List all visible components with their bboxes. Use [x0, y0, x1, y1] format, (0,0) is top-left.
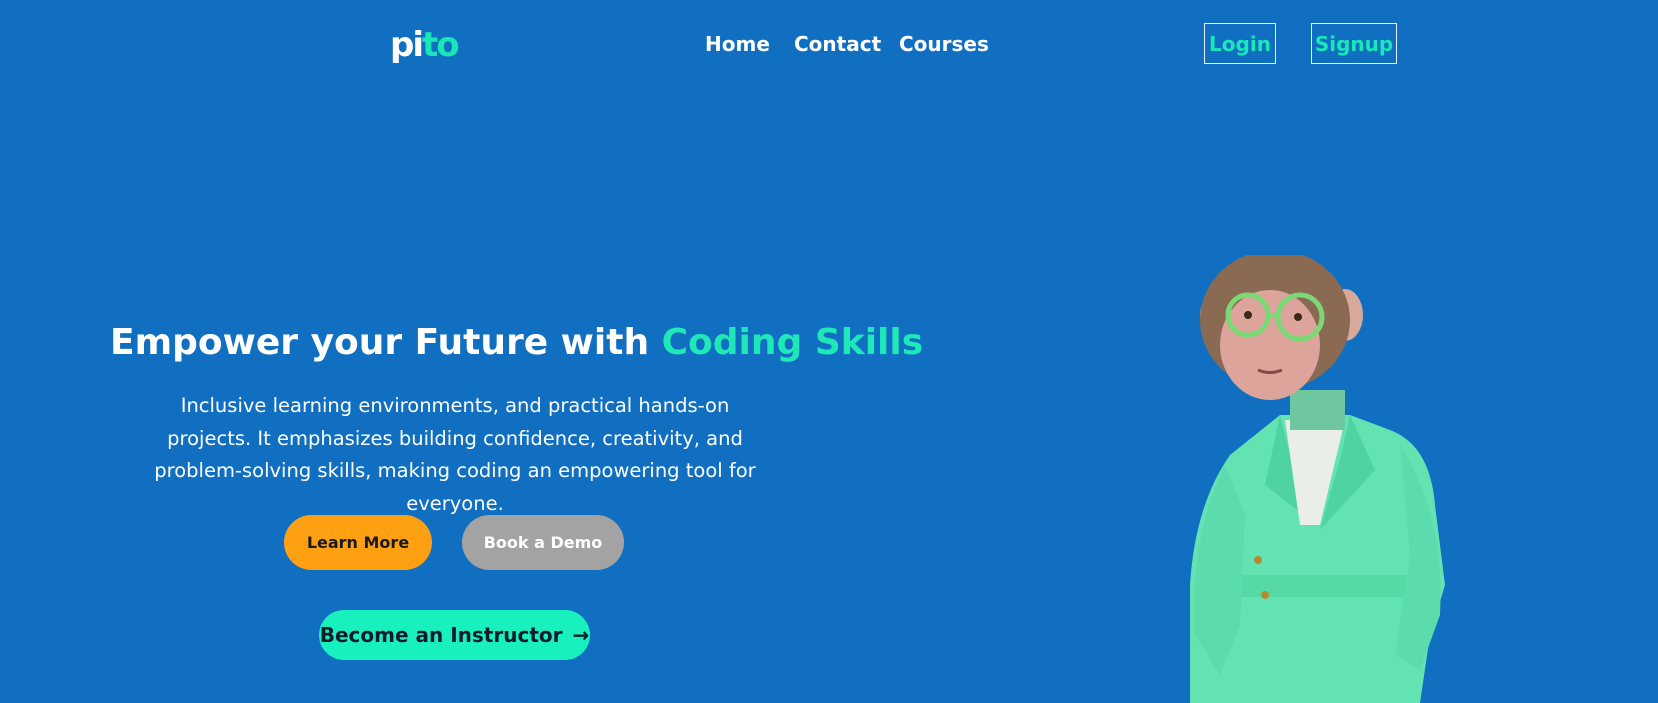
arrow-right-icon: → [572, 623, 590, 647]
become-instructor-button[interactable]: Become an Instructor → [319, 610, 590, 660]
monkey-illustration [1190, 255, 1445, 703]
book-demo-button[interactable]: Book a Demo [462, 515, 624, 570]
login-button[interactable]: Login [1204, 23, 1276, 64]
learn-more-button[interactable]: Learn More [284, 515, 432, 570]
hero-title: Empower your Future with Coding Skills [110, 322, 924, 363]
logo-text: pito [390, 25, 460, 65]
nav-courses[interactable]: Courses [899, 32, 989, 56]
nav-home[interactable]: Home [705, 32, 770, 56]
site-logo[interactable]: pito [390, 22, 460, 68]
nav-contact[interactable]: Contact [794, 32, 881, 56]
hero-title-highlight: Coding Skills [661, 322, 924, 363]
hero-description: Inclusive learning environments, and pra… [154, 394, 756, 515]
signup-button[interactable]: Signup [1311, 23, 1397, 64]
become-instructor-label: Become an Instructor [319, 623, 563, 647]
